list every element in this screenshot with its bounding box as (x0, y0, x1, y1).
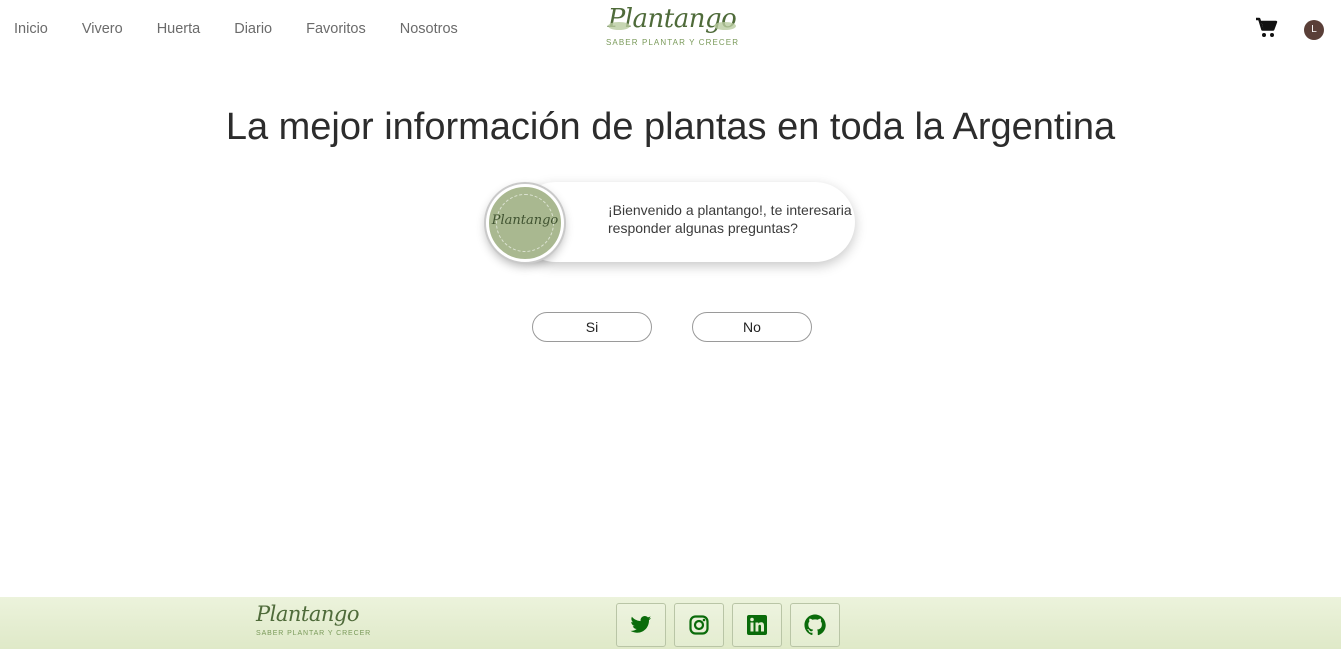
leaf-right-decoration (714, 22, 736, 30)
leaf-left-decoration (608, 22, 630, 30)
chat-bubble: ¡Bienvenido a plantango!, te interesaria… (516, 182, 855, 262)
yes-button[interactable]: Si (532, 312, 652, 342)
nav-item-diario[interactable]: Diario (234, 19, 272, 39)
brand-tagline: SABER PLANTAR Y CRECER (606, 38, 740, 47)
footer-brand-tagline: SABER PLANTAR Y CRECER (256, 630, 372, 637)
user-avatar[interactable]: L (1304, 20, 1324, 40)
twitter-link[interactable] (616, 603, 666, 647)
nav-links: Inicio Vivero Huerta Diario Favoritos No… (14, 19, 492, 39)
footer-brand-name: Plantango (256, 602, 359, 626)
linkedin-icon (747, 615, 767, 635)
twitter-icon (630, 616, 652, 633)
brand-logo[interactable]: Plantango SABER PLANTAR Y CRECER (606, 0, 738, 54)
nav-item-nosotros[interactable]: Nosotros (400, 19, 458, 39)
brand-name: Plantango (607, 4, 737, 34)
instagram-link[interactable] (674, 603, 724, 647)
bot-avatar: Plantango (486, 184, 564, 262)
nav-item-vivero[interactable]: Vivero (82, 19, 123, 39)
instagram-icon (689, 615, 709, 635)
navbar: Inicio Vivero Huerta Diario Favoritos No… (0, 0, 1341, 58)
github-icon (804, 614, 826, 636)
bot-avatar-name: Plantango (491, 213, 559, 228)
linkedin-link[interactable] (732, 603, 782, 647)
chat-message: ¡Bienvenido a plantango!, te interesaria… (608, 202, 852, 236)
nav-item-inicio[interactable]: Inicio (14, 19, 48, 39)
nav-item-huerta[interactable]: Huerta (157, 19, 201, 39)
shopping-cart-icon[interactable] (1255, 17, 1279, 39)
no-button[interactable]: No (692, 312, 812, 342)
chat-card: ¡Bienvenido a plantango!, te interesaria… (486, 182, 855, 262)
footer: Plantango SABER PLANTAR Y CRECER (0, 597, 1341, 649)
page-title: La mejor información de plantas en toda … (225, 106, 1116, 148)
footer-brand-logo[interactable]: Plantango SABER PLANTAR Y CRECER (256, 599, 372, 638)
nav-item-favoritos[interactable]: Favoritos (306, 19, 366, 39)
github-link[interactable] (790, 603, 840, 647)
